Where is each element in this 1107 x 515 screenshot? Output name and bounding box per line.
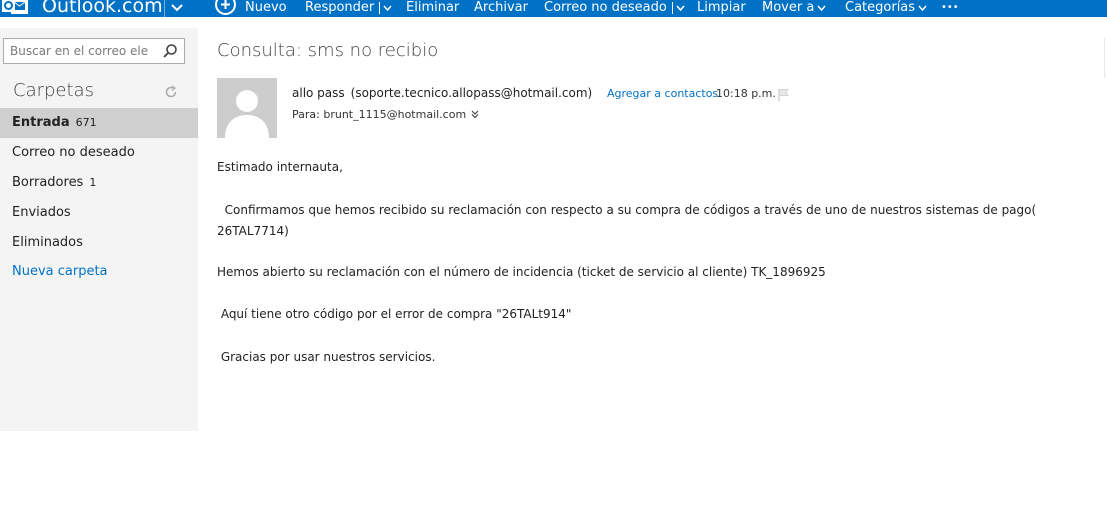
- archive-button[interactable]: Archivar: [474, 0, 528, 17]
- folder-label: Entrada: [12, 115, 70, 130]
- categories-label: Categorías: [845, 0, 916, 15]
- move-to-label: Mover a: [762, 0, 815, 15]
- folders-heading: Carpetas: [13, 80, 94, 101]
- folder-sent[interactable]: Enviados: [0, 198, 198, 228]
- brand[interactable]: Outlook.com: [0, 0, 163, 17]
- add-to-contacts-link[interactable]: Agregar a contactos: [607, 87, 718, 100]
- folder-deleted[interactable]: Eliminados: [0, 228, 198, 258]
- unread-count: 671: [75, 116, 97, 129]
- reply-button[interactable]: Responder: [305, 0, 392, 17]
- more-options-button[interactable]: •••: [941, 0, 959, 17]
- junk-label: Correo no deseado: [544, 0, 667, 15]
- new-folder-link[interactable]: Nueva carpeta: [0, 257, 198, 287]
- folder-label: Borradores: [12, 175, 84, 190]
- junk-button[interactable]: Correo no deseado: [544, 0, 685, 17]
- body-paragraph: Hemos abierto su reclamación con el núme…: [217, 265, 826, 279]
- top-bar: Outlook.com Nuevo Responder Eliminar Arc…: [0, 0, 1107, 17]
- chevron-down-icon: [817, 0, 826, 17]
- folder-inbox[interactable]: Entrada 671: [0, 108, 198, 138]
- outlook-logo-icon: [0, 0, 40, 17]
- recipient-line: Para: brunt_1115@hotmail.com: [292, 108, 479, 122]
- body-paragraph: Confirmamos que hemos recibido su reclam…: [217, 203, 1037, 217]
- chevron-down-icon[interactable]: [676, 0, 685, 17]
- brand-name: Outlook.com: [42, 0, 163, 17]
- categories-button[interactable]: Categorías: [845, 0, 927, 17]
- unread-count: 1: [89, 176, 97, 189]
- message-time: 10:18 p.m.: [716, 87, 776, 100]
- folder-label: Enviados: [12, 205, 71, 220]
- body-paragraph: Aquí tiene otro código por el error de c…: [217, 307, 572, 321]
- sender-name[interactable]: allo pass: [292, 86, 345, 100]
- delete-button[interactable]: Eliminar: [406, 0, 459, 17]
- sender-email: (soporte.tecnico.allopass@hotmail.com): [350, 86, 593, 100]
- reply-label: Responder: [305, 0, 375, 15]
- body-paragraph: Estimado internauta,: [217, 160, 343, 174]
- person-avatar-icon: [217, 78, 277, 138]
- flag-icon[interactable]: [778, 87, 790, 101]
- divider: [379, 1, 381, 14]
- search-icon[interactable]: [162, 43, 178, 59]
- sender-info: allo pass (soporte.tecnico.allopass@hotma…: [292, 86, 592, 100]
- plus-circle-icon[interactable]: [215, 0, 236, 15]
- brand-divider: [164, 0, 165, 17]
- folder-label: Eliminados: [12, 235, 83, 250]
- divider: [671, 1, 673, 14]
- body-paragraph: 26TAL7714): [217, 224, 289, 238]
- expand-details-icon[interactable]: [471, 109, 479, 122]
- chevron-down-icon[interactable]: [171, 0, 183, 17]
- folder-label: Correo no deseado: [12, 145, 135, 160]
- move-to-button[interactable]: Mover a: [762, 0, 826, 17]
- body-paragraph: Gracias por usar nuestros servicios.: [217, 350, 436, 364]
- chevron-down-icon[interactable]: [383, 0, 392, 17]
- sweep-button[interactable]: Limpiar: [697, 0, 746, 17]
- search-input[interactable]: [10, 43, 150, 59]
- chevron-down-icon: [918, 0, 927, 17]
- message-subject: Consulta: sms no recibio: [217, 40, 439, 61]
- recipient-text: Para: brunt_1115@hotmail.com: [292, 108, 467, 121]
- refresh-icon[interactable]: [164, 84, 178, 98]
- search-box: [3, 38, 185, 64]
- folder-junk[interactable]: Correo no deseado: [0, 138, 198, 168]
- new-button[interactable]: Nuevo: [245, 0, 287, 17]
- folder-drafts[interactable]: Borradores 1: [0, 168, 198, 198]
- folder-pane: Carpetas Entrada 671 Correo no deseado Bo…: [0, 28, 198, 431]
